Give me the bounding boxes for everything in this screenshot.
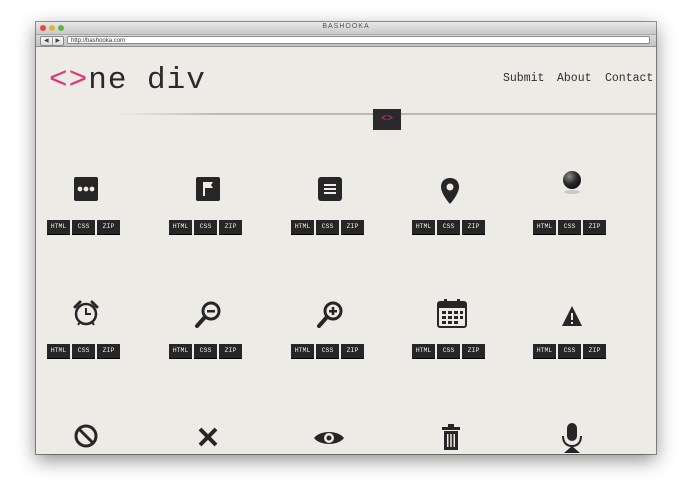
download-group: HTML CSS ZIP xyxy=(412,220,485,234)
css-button[interactable]: CSS xyxy=(316,220,339,234)
zoom-in-icon[interactable] xyxy=(316,301,344,329)
close-x-icon[interactable] xyxy=(197,426,219,448)
zip-button[interactable]: ZIP xyxy=(583,344,606,358)
site-logo[interactable]: <>ne div xyxy=(49,63,206,98)
html-button[interactable]: HTML xyxy=(291,344,314,358)
download-group: HTML CSS ZIP xyxy=(533,220,606,234)
alarm-clock-icon[interactable] xyxy=(72,299,100,327)
zip-button[interactable]: ZIP xyxy=(97,344,120,358)
logo-text: ne div xyxy=(88,63,206,98)
prohibited-icon[interactable] xyxy=(74,424,98,448)
html-button[interactable]: HTML xyxy=(412,344,435,358)
html-button[interactable]: HTML xyxy=(169,344,192,358)
css-button[interactable]: CSS xyxy=(194,220,217,234)
zip-button[interactable]: ZIP xyxy=(97,220,120,234)
back-button[interactable]: ◀ xyxy=(41,37,52,45)
zip-button[interactable]: ZIP xyxy=(219,220,242,234)
zip-button[interactable]: ZIP xyxy=(462,344,485,358)
history-buttons: ◀ ▶ xyxy=(40,36,64,46)
warning-icon[interactable] xyxy=(561,305,583,327)
list-icon[interactable] xyxy=(318,177,342,201)
title-bar: BASHOOKA xyxy=(36,22,656,35)
code-badge: <> xyxy=(373,109,401,130)
eye-icon[interactable] xyxy=(313,429,345,447)
browser-toolbar: ◀ ▶ http://bashooka.com xyxy=(36,35,656,47)
zip-button[interactable]: ZIP xyxy=(462,220,485,234)
nav-about-link[interactable]: About xyxy=(557,72,592,85)
address-bar[interactable]: http://bashooka.com xyxy=(67,36,650,44)
download-group: HTML CSS ZIP xyxy=(412,344,485,358)
zip-button[interactable]: ZIP xyxy=(219,344,242,358)
html-button[interactable]: HTML xyxy=(169,220,192,234)
html-button[interactable]: HTML xyxy=(291,220,314,234)
css-button[interactable]: CSS xyxy=(194,344,217,358)
flag-icon[interactable] xyxy=(196,177,220,201)
html-button[interactable]: HTML xyxy=(47,220,70,234)
css-button[interactable]: CSS xyxy=(316,344,339,358)
download-group: HTML CSS ZIP xyxy=(47,344,120,358)
nav-submit-link[interactable]: Submit xyxy=(503,72,544,85)
sphere-icon[interactable] xyxy=(560,169,584,197)
css-button[interactable]: CSS xyxy=(72,220,95,234)
download-group: HTML CSS ZIP xyxy=(169,220,242,234)
download-group: HTML CSS ZIP xyxy=(47,220,120,234)
zoom-out-icon[interactable] xyxy=(194,301,222,329)
html-button[interactable]: HTML xyxy=(533,344,556,358)
map-pin-icon[interactable] xyxy=(439,177,461,205)
logo-mark: <> xyxy=(49,63,89,98)
html-button[interactable]: HTML xyxy=(412,220,435,234)
zip-button[interactable]: ZIP xyxy=(341,220,364,234)
nav-contact-link[interactable]: Contact xyxy=(605,72,653,85)
zip-button[interactable]: ZIP xyxy=(341,344,364,358)
zip-button[interactable]: ZIP xyxy=(583,220,606,234)
download-group: HTML CSS ZIP xyxy=(291,220,364,234)
browser-window: BASHOOKA ◀ ▶ http://bashooka.com <>ne di… xyxy=(36,22,656,454)
html-button[interactable]: HTML xyxy=(533,220,556,234)
download-group: HTML CSS ZIP xyxy=(291,344,364,358)
forward-button[interactable]: ▶ xyxy=(51,37,64,45)
download-group: HTML CSS ZIP xyxy=(169,344,242,358)
calendar-icon[interactable] xyxy=(437,298,467,328)
trash-icon[interactable] xyxy=(441,424,461,450)
css-button[interactable]: CSS xyxy=(437,344,460,358)
microphone-icon[interactable] xyxy=(560,423,584,453)
page-viewport: <>ne div Submit About Contact <> HTML CS… xyxy=(36,47,656,454)
css-button[interactable]: CSS xyxy=(72,344,95,358)
download-group: HTML CSS ZIP xyxy=(533,344,606,358)
css-button[interactable]: CSS xyxy=(558,344,581,358)
window-title: BASHOOKA xyxy=(322,23,370,30)
more-dots-icon[interactable] xyxy=(74,177,98,201)
html-button[interactable]: HTML xyxy=(47,344,70,358)
css-button[interactable]: CSS xyxy=(558,220,581,234)
css-button[interactable]: CSS xyxy=(437,220,460,234)
